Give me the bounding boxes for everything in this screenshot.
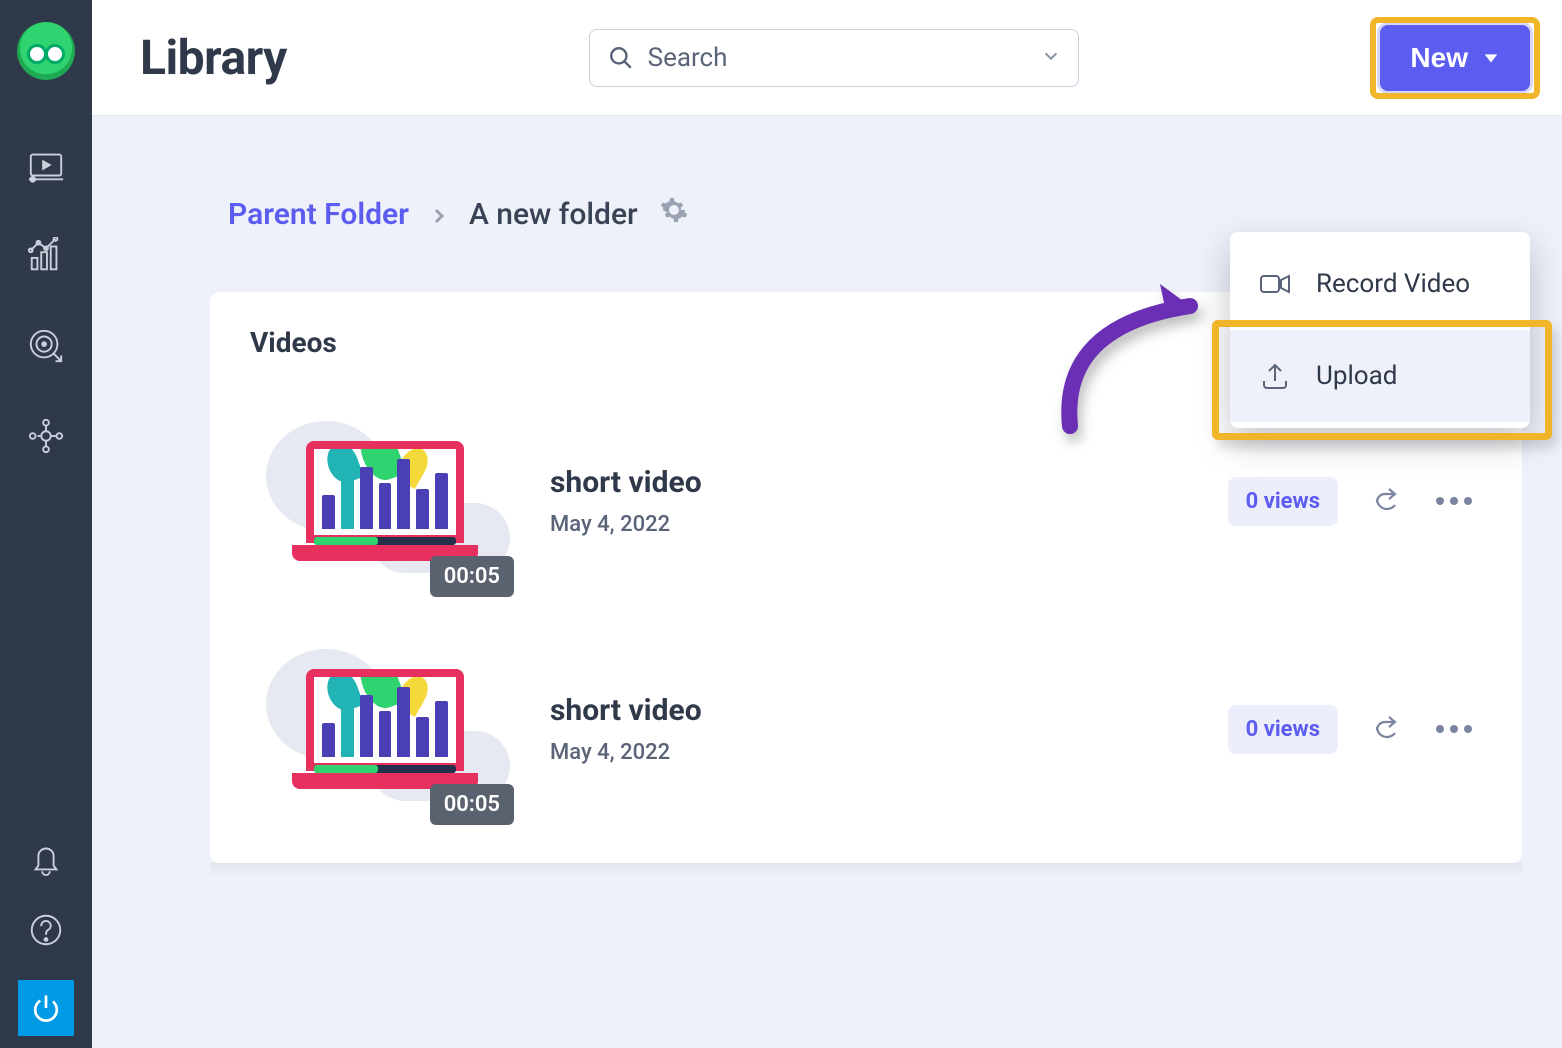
new-button[interactable]: New [1380,25,1530,91]
gear-icon[interactable] [660,196,688,232]
chevron-down-icon [1042,47,1060,69]
more-icon[interactable] [1436,497,1472,505]
help-icon[interactable] [24,908,68,952]
menu-upload-label: Upload [1316,361,1397,391]
search-input[interactable]: Search [589,29,1079,87]
share-icon[interactable] [1372,712,1402,746]
page-title: Library [140,29,287,86]
video-title[interactable]: short video [550,693,1188,728]
video-thumbnail[interactable]: 00:05 [260,637,510,821]
breadcrumb-parent-link[interactable]: Parent Folder [228,197,409,232]
menu-record-video[interactable]: Record Video [1230,238,1530,330]
nav-analytics-icon[interactable] [24,234,68,278]
video-date: May 4, 2022 [550,512,1188,537]
share-icon[interactable] [1372,484,1402,518]
views-badge[interactable]: 0 views [1228,477,1338,526]
divider [210,863,1522,877]
video-row[interactable]: 00:05 short video May 4, 2022 0 views [250,615,1482,843]
content-area: Record Video Upload Parent Folder A new … [92,116,1562,877]
sidebar [0,0,92,1048]
menu-record-label: Record Video [1316,269,1470,299]
nav-target-icon[interactable] [24,324,68,368]
app-logo-icon[interactable] [17,22,75,80]
video-camera-icon [1258,267,1292,301]
menu-upload[interactable]: Upload [1230,330,1530,422]
new-button-label: New [1410,42,1468,74]
caret-down-icon [1482,49,1500,67]
chevron-right-icon [431,197,447,232]
views-badge[interactable]: 0 views [1228,705,1338,754]
video-title[interactable]: short video [550,465,1188,500]
breadcrumb-current: A new folder [469,197,638,232]
nav-network-icon[interactable] [24,414,68,458]
more-icon[interactable] [1436,725,1472,733]
notifications-icon[interactable] [24,836,68,880]
video-duration: 00:05 [430,556,514,597]
new-dropdown-menu: Record Video Upload [1230,232,1530,428]
video-date: May 4, 2022 [550,740,1188,765]
nav-library-icon[interactable] [24,144,68,188]
video-duration: 00:05 [430,784,514,825]
topbar: Library Search New [92,0,1562,116]
upload-icon [1258,359,1292,393]
search-icon [608,45,634,71]
power-button[interactable] [18,980,74,1036]
search-placeholder: Search [648,43,1028,73]
video-thumbnail[interactable]: 00:05 [260,409,510,593]
